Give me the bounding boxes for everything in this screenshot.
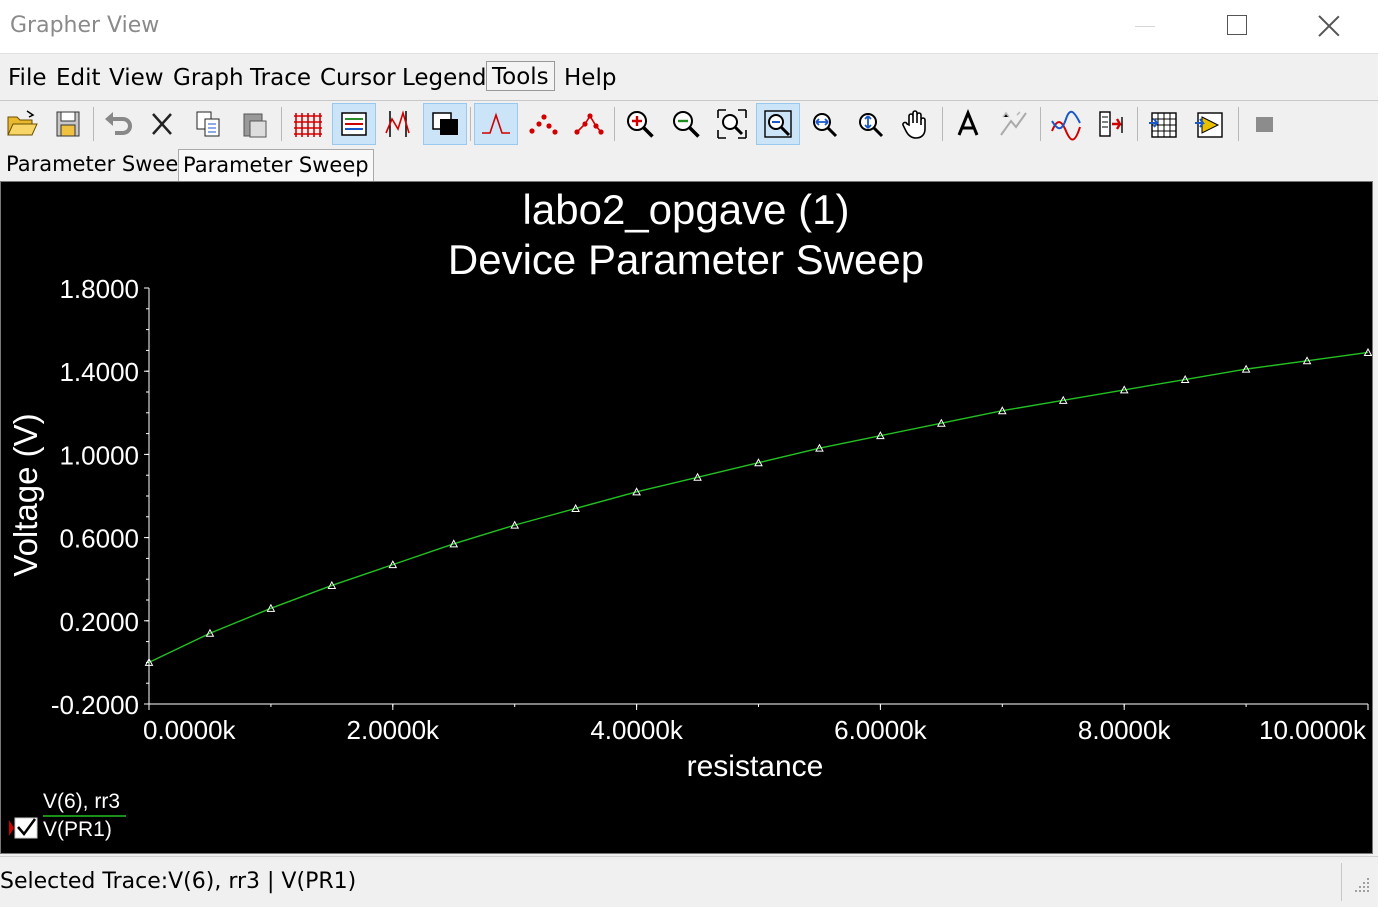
toolbar-separator: [1238, 107, 1239, 141]
menu-trace[interactable]: Trace: [248, 63, 313, 93]
legend-series-label: V(6), rr3: [43, 790, 120, 813]
chart-subtitle: Device Parameter Sweep: [448, 236, 924, 283]
x-tick-label: 10.0000k: [1259, 715, 1367, 745]
undo-icon[interactable]: [96, 103, 140, 145]
title-bar: Grapher View: [0, 0, 1378, 54]
show-points-icon[interactable]: [521, 103, 565, 145]
show-lines-points-icon[interactable]: [567, 103, 611, 145]
toolbar-separator: [614, 107, 615, 141]
select-marks-icon[interactable]: [1090, 103, 1134, 145]
toolbar-separator: [942, 107, 943, 141]
disabled-label-icon[interactable]: [992, 103, 1036, 145]
paste-icon[interactable]: [233, 103, 277, 145]
menu-help[interactable]: Help: [562, 63, 618, 93]
open-folder-icon[interactable]: [0, 103, 44, 145]
toolbar-separator: [1040, 107, 1041, 141]
trace-line: [148, 351, 1369, 664]
y-axis-label: Voltage (V): [7, 413, 44, 576]
export-spreadsheet-icon[interactable]: [1141, 103, 1185, 145]
chart-title: labo2_opgave (1): [523, 186, 850, 233]
export-labview-icon[interactable]: [1187, 103, 1231, 145]
tab-strip: Parameter Sweep Parameter Sweep: [0, 147, 1378, 181]
zoom-x-icon[interactable]: [802, 103, 846, 145]
window-edge: [1378, 0, 1385, 907]
pan-hand-icon[interactable]: [894, 103, 938, 145]
overlay-traces-icon[interactable]: [1044, 103, 1088, 145]
menu-tools[interactable]: Tools: [486, 61, 555, 91]
zoom-y-icon[interactable]: [848, 103, 892, 145]
menu-file[interactable]: File: [6, 63, 49, 93]
minimize-button[interactable]: [1098, 0, 1190, 54]
save-icon[interactable]: [46, 103, 90, 145]
toolbar-separator: [93, 107, 94, 141]
y-tick-label: 1.8000: [59, 274, 139, 304]
text-label-icon[interactable]: [946, 103, 990, 145]
zoom-in-icon[interactable]: [618, 103, 662, 145]
resize-grip-icon[interactable]: [1353, 876, 1371, 894]
show-lines-icon[interactable]: [474, 103, 518, 145]
menu-edit[interactable]: Edit: [54, 63, 103, 93]
x-tick-label: 0.0000k: [143, 715, 237, 745]
cursors-icon[interactable]: [377, 103, 421, 145]
chart[interactable]: labo2_opgave (1) Device Parameter Sweep …: [1, 182, 1372, 853]
legend[interactable]: V(6), rr3 V(PR1): [9, 790, 126, 841]
menu-bar: File Edit View Graph Trace Cursor Legend…: [0, 55, 1378, 101]
legend-icon[interactable]: [332, 103, 376, 145]
menu-view[interactable]: View: [107, 63, 166, 93]
axes: [148, 288, 1368, 705]
grapher-window: Grapher View File Edit View Graph Trace …: [0, 0, 1385, 907]
legend-trace-label: V(PR1): [43, 818, 112, 841]
x-tick-label: 6.0000k: [834, 715, 928, 745]
zoom-out-icon[interactable]: [664, 103, 708, 145]
grid-icon[interactable]: [285, 103, 329, 145]
tab-parameter-sweep-2[interactable]: Parameter Sweep: [178, 149, 374, 181]
close-button[interactable]: [1282, 0, 1374, 54]
y-ticks: 1.8000 1.4000 1.0000 0.6000 0.2000 -0.2000: [51, 274, 149, 720]
x-axis-label: resistance: [687, 750, 824, 783]
zoom-full-icon[interactable]: [756, 103, 800, 145]
toolbar-separator: [281, 107, 282, 141]
zoom-area-icon[interactable]: [710, 103, 754, 145]
y-tick-label: 0.6000: [59, 524, 139, 554]
maximize-button[interactable]: [1190, 0, 1282, 54]
series: [144, 347, 1372, 666]
status-divider: [1341, 863, 1342, 901]
x-tick-label: 4.0000k: [590, 715, 684, 745]
status-text: Selected Trace:V(6), rr3 | V(PR1): [0, 869, 357, 894]
x-tick-label: 2.0000k: [347, 715, 441, 745]
y-tick-label: 1.4000: [59, 357, 139, 387]
cut-icon[interactable]: [140, 103, 184, 145]
menu-legend[interactable]: Legend: [400, 63, 489, 93]
menu-cursor[interactable]: Cursor: [318, 63, 398, 93]
y-tick-label: -0.2000: [51, 690, 139, 720]
toolbar-separator: [1137, 107, 1138, 141]
toolbar-separator: [470, 107, 471, 141]
stop-icon[interactable]: [1242, 103, 1286, 145]
window-title: Grapher View: [10, 13, 160, 38]
menu-graph[interactable]: Graph: [171, 63, 246, 93]
y-tick-label: 1.0000: [59, 440, 139, 470]
legend-selected-marker-icon: [9, 820, 14, 836]
status-bar: Selected Trace:V(6), rr3 | V(PR1): [0, 856, 1378, 907]
toolbar: [0, 101, 1378, 147]
y-tick-label: 0.2000: [59, 607, 139, 637]
x-ticks: 0.0000k 2.0000k 4.0000k 6.0000k 8.0000k 10.00…: [143, 704, 1369, 745]
plot-panel[interactable]: labo2_opgave (1) Device Parameter Sweep …: [0, 181, 1373, 854]
tab-parameter-sweep-1[interactable]: Parameter Sweep: [2, 149, 196, 181]
reverse-colors-icon[interactable]: [423, 103, 467, 145]
x-tick-label: 8.0000k: [1078, 715, 1172, 745]
copy-icon[interactable]: [186, 103, 230, 145]
